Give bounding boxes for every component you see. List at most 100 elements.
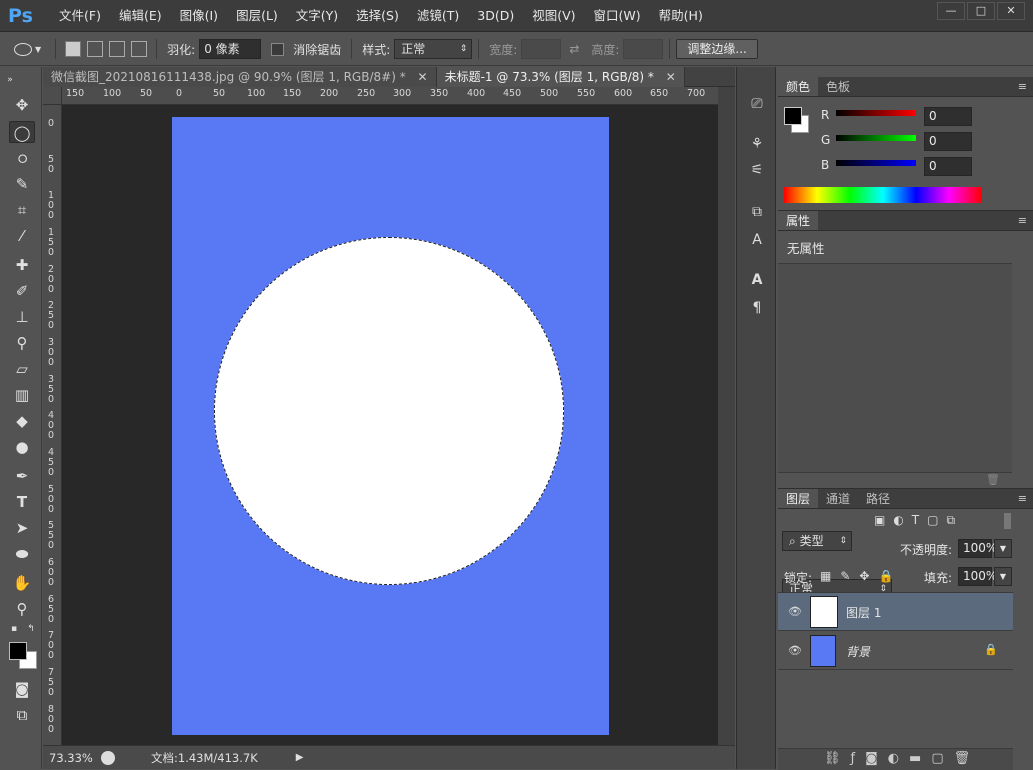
opacity-input[interactable]: 100%: [958, 539, 997, 558]
fill-dropdown-icon[interactable]: ▼: [994, 567, 1012, 586]
lock-icons[interactable]: ▦✎✥🔒: [820, 569, 902, 583]
tab-document-1[interactable]: 微信截图_20210816111438.jpg @ 90.9% (图层 1, R…: [43, 67, 437, 87]
gradient-tool-icon[interactable]: ▥: [9, 384, 35, 406]
swap-colors-icon[interactable]: ↰: [24, 623, 38, 635]
eyedropper-tool-icon[interactable]: ⁄: [9, 225, 35, 247]
b-value[interactable]: 0: [924, 157, 972, 176]
layer-row[interactable]: 👁 图层 1: [778, 593, 1013, 631]
menu-file[interactable]: 文件(F): [50, 0, 110, 32]
layer-name[interactable]: 图层 1: [846, 604, 881, 621]
ellipse-marquee-preset-icon[interactable]: [14, 42, 32, 56]
b-slider[interactable]: [836, 160, 916, 166]
move-tool-icon[interactable]: ✥: [9, 94, 35, 116]
blur-tool-icon[interactable]: ◆: [9, 410, 35, 432]
layer-action-icons[interactable]: ⛓ƒ◙◐▬▢🗑: [824, 751, 980, 766]
layer-name[interactable]: 背景: [846, 643, 870, 660]
circle-selection[interactable]: [214, 237, 564, 585]
fill-input[interactable]: 100%: [958, 567, 997, 586]
g-value[interactable]: 0: [924, 132, 972, 151]
brush-tool-icon[interactable]: ✐: [9, 280, 35, 302]
eye-icon[interactable]: 👁: [788, 644, 802, 657]
menu-help[interactable]: 帮助(H): [650, 0, 712, 32]
new-selection-icon[interactable]: [65, 41, 82, 57]
foreground-color-swatch[interactable]: [9, 642, 27, 660]
screen-mode-icon[interactable]: ⧉: [9, 704, 35, 726]
character-icon[interactable]: A: [746, 269, 768, 291]
filter-toggle[interactable]: [1004, 513, 1011, 529]
menu-edit[interactable]: 编辑(E): [110, 0, 171, 32]
path-selection-tool-icon[interactable]: ➤: [9, 517, 35, 539]
tab-paths[interactable]: 路径: [858, 489, 898, 508]
ellipse-shape-tool-icon[interactable]: ⬬: [9, 543, 35, 565]
clone-source-icon[interactable]: ⧉: [746, 201, 768, 223]
adjust-icon[interactable]: ⚟: [746, 159, 768, 181]
layer-row[interactable]: 👁 背景 🔒: [778, 632, 1013, 670]
menu-layer[interactable]: 图层(L): [227, 0, 287, 32]
close-icon[interactable]: ✕: [666, 70, 676, 84]
swap-icon[interactable]: ⇄: [569, 42, 579, 56]
panel-menu-icon[interactable]: ≡: [1018, 489, 1033, 508]
menu-image[interactable]: 图像(I): [171, 0, 227, 32]
collapse-icon[interactable]: »: [4, 69, 16, 91]
tab-properties[interactable]: 属性: [778, 211, 819, 230]
r-slider[interactable]: [836, 110, 916, 116]
trash-icon[interactable]: 🗑: [986, 473, 1000, 486]
intersect-selection-icon[interactable]: [131, 41, 148, 57]
menu-window[interactable]: 窗口(W): [585, 0, 650, 32]
r-value[interactable]: 0: [924, 107, 972, 126]
tab-layers[interactable]: 图层: [778, 489, 819, 508]
clone-stamp-tool-icon[interactable]: ⊥: [9, 306, 35, 328]
healing-brush-tool-icon[interactable]: ✚: [9, 254, 35, 276]
tab-swatches[interactable]: 色板: [818, 77, 858, 96]
type-tool-icon[interactable]: T: [9, 491, 35, 513]
subtract-selection-icon[interactable]: [109, 41, 126, 57]
tab-color[interactable]: 颜色: [778, 77, 819, 96]
zoom-level[interactable]: 73.33%: [49, 751, 97, 765]
menu-type[interactable]: 文字(Y): [287, 0, 347, 32]
close-icon[interactable]: ✕: [418, 70, 428, 84]
zoom-tool-icon[interactable]: ⚲: [9, 598, 35, 620]
character-style-icon[interactable]: A: [746, 229, 768, 251]
restore-button[interactable]: □: [967, 2, 995, 20]
eye-icon[interactable]: 👁: [788, 605, 802, 618]
tab-channels[interactable]: 通道: [818, 489, 858, 508]
vertical-scrollbar[interactable]: [718, 87, 735, 745]
tab-document-2[interactable]: 未标题-1 @ 73.3% (图层 1, RGB/8) * ✕: [436, 67, 685, 87]
g-slider[interactable]: [836, 135, 916, 141]
crop-tool-icon[interactable]: ⌗: [9, 199, 35, 221]
elliptical-marquee-tool-icon[interactable]: ◯: [9, 121, 35, 143]
height-input[interactable]: [623, 39, 664, 59]
hand-tool-icon[interactable]: ✋: [9, 572, 35, 594]
feather-input[interactable]: 0 像素: [199, 39, 262, 59]
antialias-checkbox[interactable]: [271, 42, 285, 56]
history-brush-tool-icon[interactable]: ⚲: [9, 332, 35, 354]
status-arrow-icon[interactable]: ▶: [296, 752, 304, 763]
close-button[interactable]: ✕: [997, 2, 1025, 20]
panel-menu-icon[interactable]: ≡: [1018, 77, 1033, 96]
dodge-tool-icon[interactable]: ●: [9, 436, 35, 458]
refine-edge-button[interactable]: 调整边缘...: [676, 39, 758, 59]
opacity-dropdown-icon[interactable]: ▼: [994, 539, 1012, 558]
brush-preset-icon[interactable]: ⚘: [746, 133, 768, 155]
menu-select[interactable]: 选择(S): [347, 0, 408, 32]
quick-mask-icon[interactable]: ◙: [9, 678, 35, 700]
history-icon[interactable]: ⎚: [746, 93, 768, 115]
minimize-button[interactable]: —: [937, 2, 965, 20]
style-select[interactable]: 正常 ⇕: [394, 39, 473, 59]
foreground-color-swatch[interactable]: [784, 107, 802, 125]
menu-filter[interactable]: 滤镜(T): [408, 0, 468, 32]
color-spectrum[interactable]: [784, 187, 982, 203]
default-colors-icon[interactable]: ▪: [7, 623, 21, 635]
menu-view[interactable]: 视图(V): [523, 0, 584, 32]
lasso-tool-icon[interactable]: ഠ: [9, 147, 35, 169]
width-input[interactable]: [521, 39, 562, 59]
filter-icons[interactable]: ▣◐T▢⧉: [874, 513, 963, 528]
eraser-tool-icon[interactable]: ▱: [9, 358, 35, 380]
add-to-selection-icon[interactable]: [87, 41, 104, 57]
panel-menu-icon[interactable]: ≡: [1018, 211, 1033, 230]
quick-selection-tool-icon[interactable]: ✎: [9, 173, 35, 195]
layer-filter-select[interactable]: ⌕ 类型 ⇕: [782, 531, 852, 551]
paragraph-icon[interactable]: ¶: [746, 297, 768, 319]
preset-chevron-icon[interactable]: ▼: [35, 45, 41, 54]
pen-tool-icon[interactable]: ✒: [9, 465, 35, 487]
